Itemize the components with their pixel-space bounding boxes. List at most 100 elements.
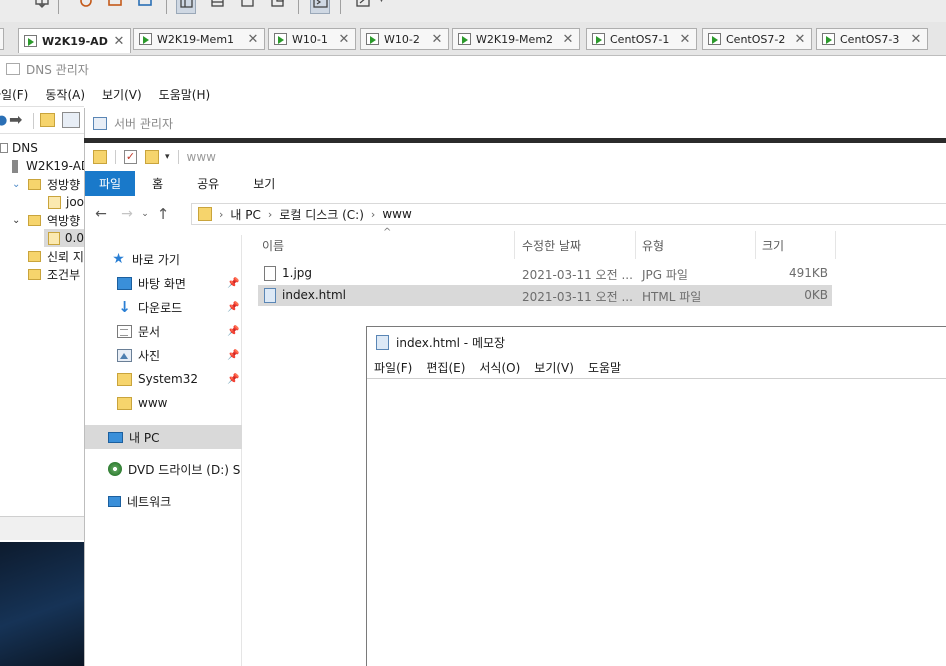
- sidebar-view-icon[interactable]: [176, 0, 196, 14]
- vm-tab[interactable]: W2K19-Mem1 ✕: [133, 28, 265, 50]
- nav-label: 다운로드: [138, 300, 183, 315]
- snapshot-icon[interactable]: [32, 0, 52, 14]
- forward-arrow-icon[interactable]: ➡: [9, 110, 22, 129]
- revert-snapshot-icon[interactable]: [76, 0, 96, 14]
- recent-locations-icon[interactable]: ⌄: [138, 209, 152, 219]
- notepad-window: index.html - 메모장 파일(F) 편집(E) 서식(O) 보기(V)…: [366, 326, 946, 666]
- column-header-type[interactable]: 유형: [642, 237, 664, 255]
- breadcrumb-this-pc[interactable]: 내 PC: [230, 206, 260, 223]
- up-folder-icon[interactable]: [40, 113, 55, 127]
- vm-tab[interactable]: W10-1 ✕: [268, 28, 356, 50]
- computer-icon: [108, 431, 123, 443]
- tree-item-trust-points[interactable]: 신뢰 지: [28, 247, 84, 265]
- pin-icon[interactable]: 📌: [227, 326, 239, 337]
- vm-tab[interactable]: CentOS7-2 ✕: [702, 28, 812, 50]
- close-icon[interactable]: ✕: [561, 32, 575, 47]
- tree-item-forward-zones[interactable]: ⌄ 정방향: [12, 175, 80, 193]
- back-arrow-icon[interactable]: ←: [90, 206, 112, 222]
- menu-view[interactable]: 보기(V): [102, 86, 142, 103]
- nav-item-system32[interactable]: System32 📌: [85, 367, 242, 391]
- vm-tab[interactable]: W10-2 ✕: [360, 28, 449, 50]
- menu-format[interactable]: 서식(O): [479, 359, 520, 376]
- chevron-down-icon[interactable]: ⌄: [12, 179, 24, 190]
- close-icon[interactable]: ✕: [793, 32, 807, 47]
- vm-tab[interactable]: W2K19-Mem2 ✕: [452, 28, 580, 50]
- ribbon-tab-file[interactable]: 파일: [85, 171, 136, 196]
- address-bar[interactable]: › 내 PC › 로컬 디스크 (C:) › www: [191, 203, 946, 225]
- network-icon: [108, 495, 121, 507]
- close-icon[interactable]: ✕: [246, 32, 260, 47]
- pin-icon[interactable]: 📌: [227, 374, 239, 385]
- nav-item-pictures[interactable]: 사진 📌: [85, 343, 242, 367]
- column-headers: 이름 수정한 날짜 유형 크기: [258, 231, 838, 259]
- properties-icon[interactable]: ✓: [124, 150, 137, 164]
- close-icon[interactable]: ✕: [678, 32, 692, 47]
- close-icon[interactable]: ✕: [909, 32, 923, 47]
- menu-help[interactable]: 도움말: [588, 359, 621, 376]
- show-hide-tree-icon[interactable]: [62, 112, 80, 128]
- vm-tab[interactable]: W2K19-AD ✕: [18, 28, 131, 53]
- nav-item-www[interactable]: www: [85, 391, 242, 415]
- file-row[interactable]: index.html 2021-03-11 오전 ... HTML 파일 0KB: [258, 285, 832, 306]
- close-icon[interactable]: ✕: [112, 34, 126, 49]
- snapshot-manager-icon[interactable]: [106, 0, 126, 14]
- notepad-text-area[interactable]: [367, 379, 946, 666]
- column-header-name[interactable]: 이름: [262, 237, 284, 255]
- fullscreen-icon[interactable]: [238, 0, 258, 14]
- menu-file[interactable]: 파일(F): [374, 359, 412, 376]
- stretch-icon[interactable]: [354, 0, 374, 14]
- menu-edit[interactable]: 편집(E): [426, 359, 465, 376]
- ribbon-tab-view[interactable]: 보기: [236, 171, 292, 196]
- vm-running-icon: [708, 33, 721, 45]
- nav-quick-access[interactable]: ★ 바로 가기: [85, 247, 242, 271]
- pin-icon[interactable]: 📌: [227, 350, 239, 361]
- nav-item-desktop[interactable]: 바탕 화면 📌: [85, 271, 242, 295]
- chevron-down-icon[interactable]: ⌄: [12, 215, 24, 226]
- pin-icon[interactable]: 📌: [227, 302, 239, 313]
- nav-item-documents[interactable]: 문서 📌: [85, 319, 242, 343]
- pin-icon[interactable]: 📌: [227, 278, 239, 289]
- back-arrow-icon[interactable]: ●: [0, 113, 7, 128]
- snapshot-tree-icon[interactable]: [136, 0, 156, 14]
- tree-item-zone[interactable]: joo: [48, 193, 84, 211]
- vm-tab-overflow[interactable]: [0, 28, 4, 50]
- breadcrumb-local-disk[interactable]: 로컬 디스크 (C:): [279, 206, 364, 223]
- column-header-size[interactable]: 크기: [762, 237, 784, 255]
- ribbon-tab-share[interactable]: 공유: [180, 171, 236, 196]
- tree-item-conditional-forwarders[interactable]: 조건부: [28, 265, 80, 283]
- chevron-down-icon[interactable]: ▼: [378, 0, 398, 12]
- menu-file[interactable]: 파일(F): [0, 86, 28, 103]
- close-icon[interactable]: ✕: [430, 32, 444, 47]
- tree-item-reverse-zones[interactable]: ⌄ 역방향: [12, 211, 80, 229]
- file-row[interactable]: 1.jpg 2021-03-11 오전 ... JPG 파일 491KB: [258, 263, 832, 284]
- tree-item-dns[interactable]: DNS: [0, 139, 38, 157]
- dns-status-area: [0, 516, 84, 540]
- customize-qat-icon[interactable]: ▾: [165, 152, 170, 162]
- nav-label: 바탕 화면: [138, 276, 186, 291]
- breadcrumb-www[interactable]: www: [382, 207, 411, 221]
- menu-help[interactable]: 도움말(H): [159, 86, 211, 103]
- unity-icon[interactable]: [268, 0, 288, 14]
- column-header-modified[interactable]: 수정한 날짜: [522, 237, 581, 255]
- nav-item-downloads[interactable]: ↓ 다운로드 📌: [85, 295, 242, 319]
- nav-dvd-drive[interactable]: DVD 드라이브 (D:) S: [85, 457, 242, 481]
- tree-item-server[interactable]: W2K19-AD: [12, 157, 90, 175]
- vm-tab[interactable]: CentOS7-1 ✕: [586, 28, 697, 50]
- menu-action[interactable]: 동작(A): [45, 86, 85, 103]
- menu-view[interactable]: 보기(V): [534, 359, 574, 376]
- vm-tab-label: W2K19-AD: [42, 34, 108, 48]
- navigation-bar: ← → ⌄ ↑ › 내 PC › 로컬 디스크 (C:) › www: [85, 200, 946, 228]
- nav-this-pc[interactable]: 내 PC: [85, 425, 242, 449]
- close-icon[interactable]: ✕: [337, 32, 351, 47]
- thumbnail-view-icon[interactable]: [208, 0, 228, 14]
- tree-item-reverse-zone[interactable]: 0.0: [44, 229, 84, 247]
- vm-tab-label: CentOS7-3: [840, 32, 900, 46]
- ribbon-tab-home[interactable]: 홈: [135, 171, 180, 196]
- vm-tab[interactable]: CentOS7-3 ✕: [816, 28, 928, 50]
- tree-label: 역방향: [47, 213, 81, 228]
- up-arrow-icon[interactable]: ↑: [152, 205, 174, 223]
- new-folder-icon[interactable]: [145, 150, 159, 164]
- forward-arrow-icon[interactable]: →: [116, 206, 138, 222]
- nav-network[interactable]: 네트워크: [85, 489, 242, 513]
- console-view-icon[interactable]: [310, 0, 330, 14]
